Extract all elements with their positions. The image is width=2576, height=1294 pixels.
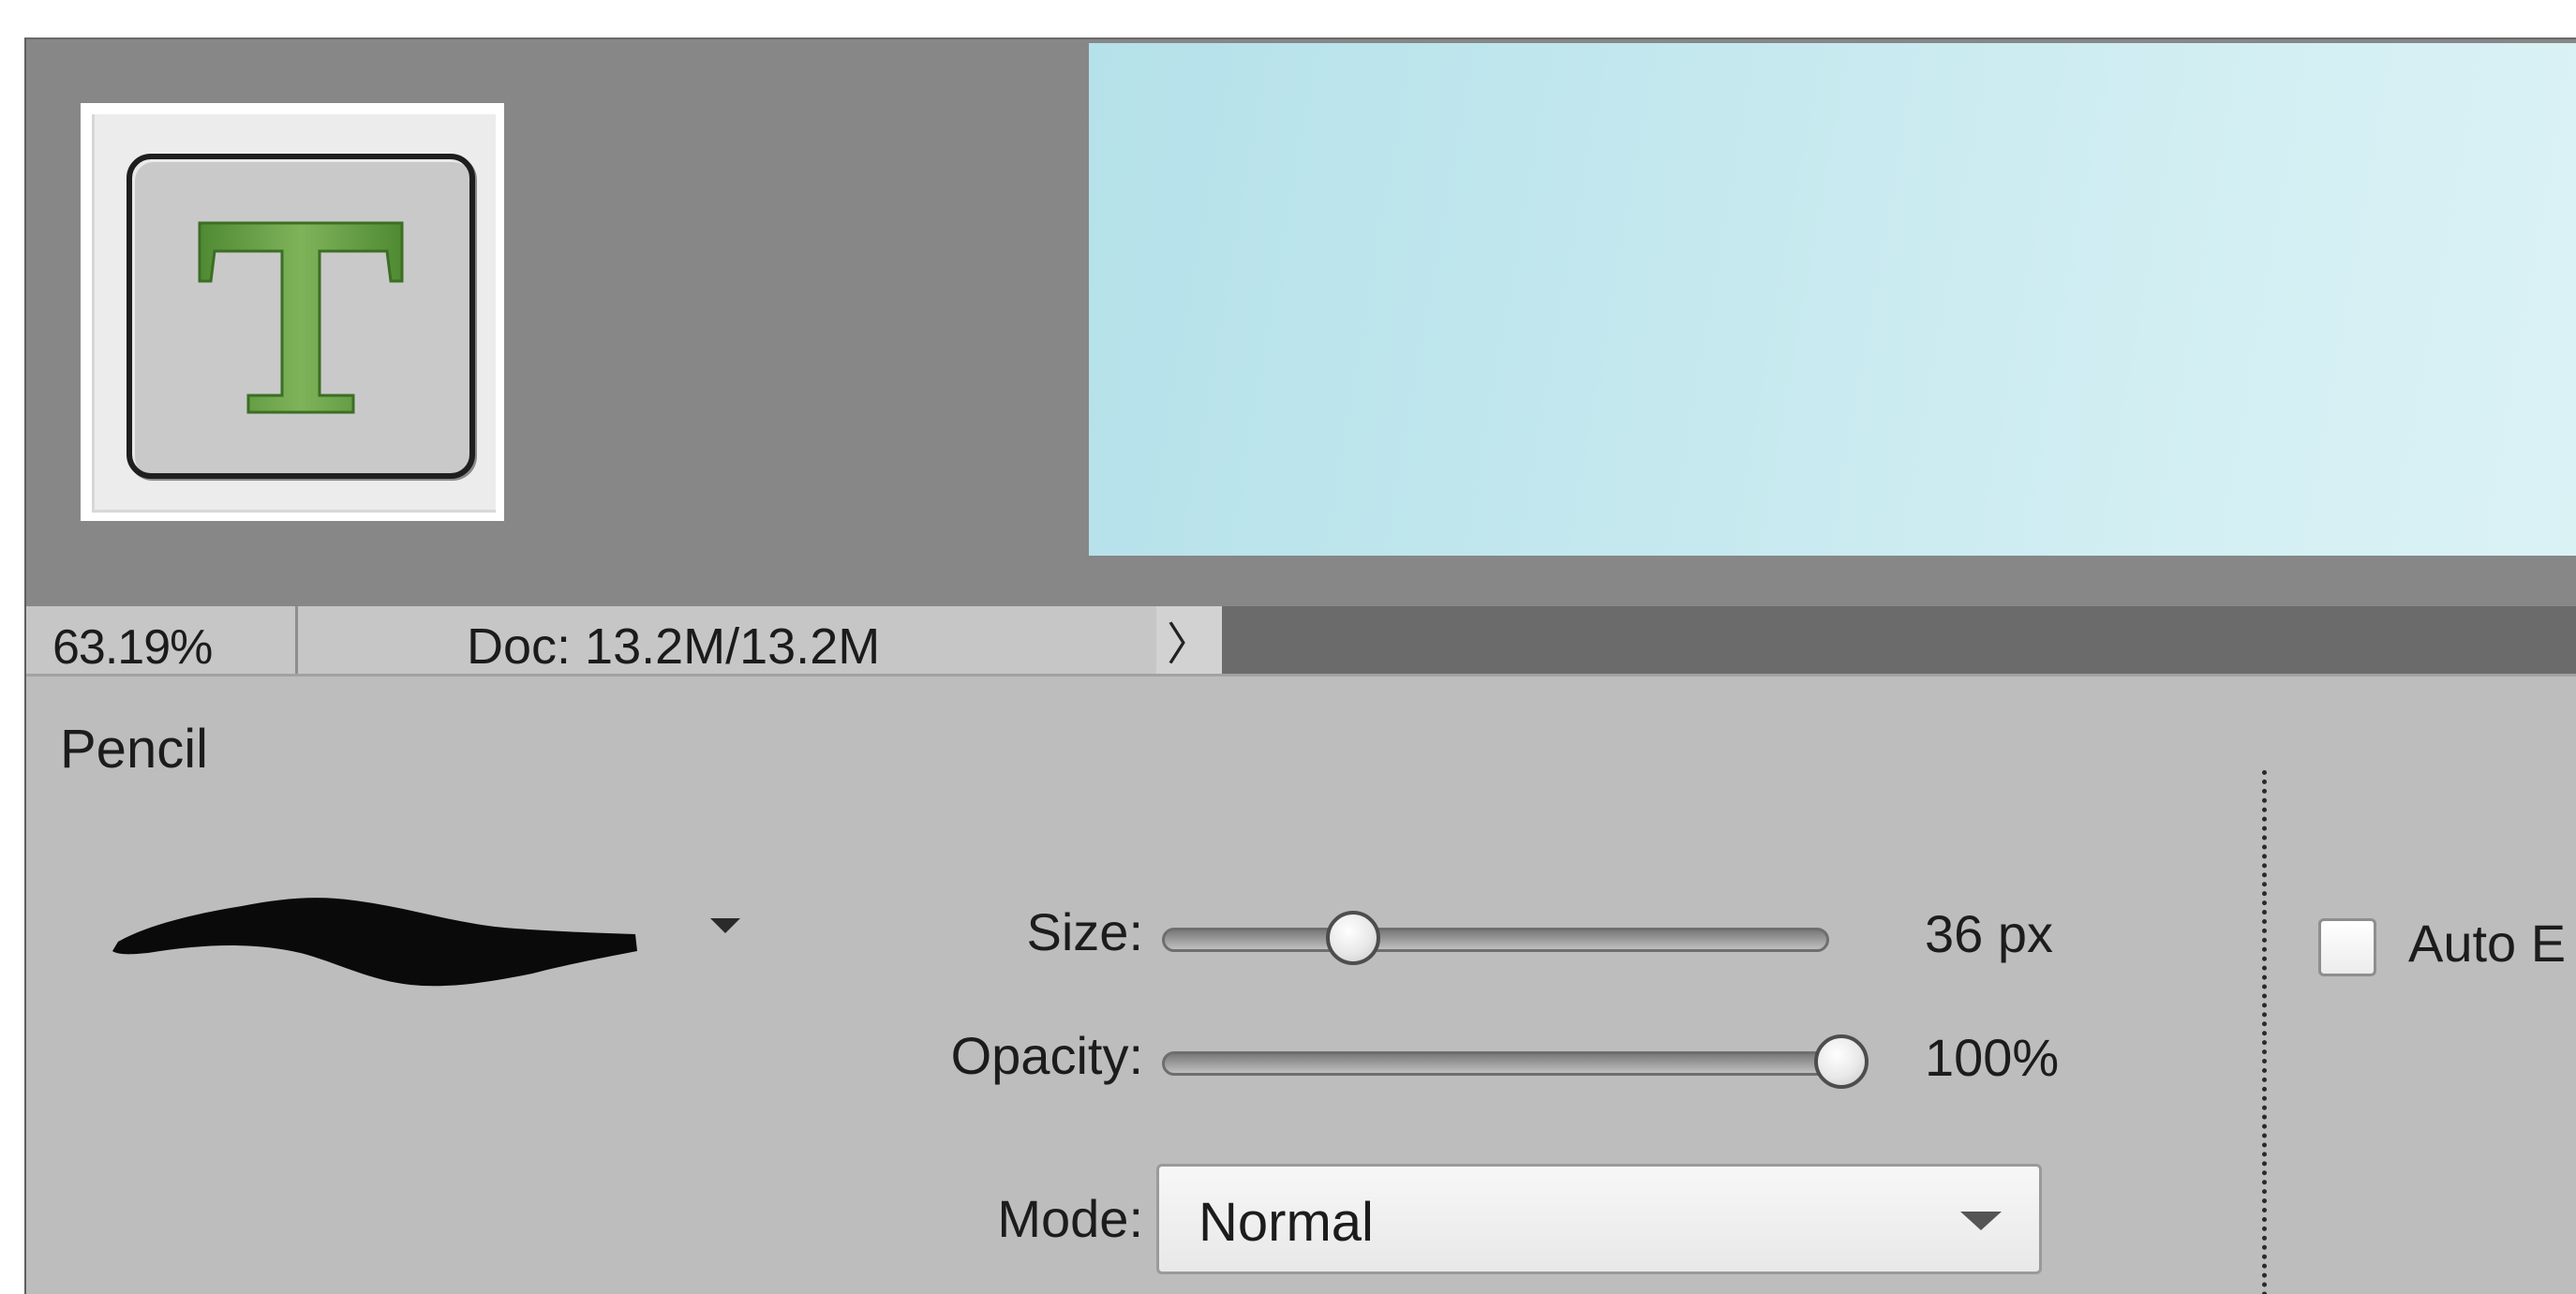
mode-select[interactable]: Normal: [1156, 1164, 2042, 1274]
opacity-slider-knob[interactable]: [1814, 1034, 1869, 1089]
size-slider[interactable]: [1162, 928, 1829, 952]
editor-window: T 63.19% Doc: 13.2M/13.2M 〉 Pencil Size:…: [24, 37, 2576, 1294]
zoom-value: 63.19%: [52, 620, 213, 675]
opacity-slider[interactable]: [1162, 1051, 1855, 1076]
tool-options-panel: Pencil Size: 36 px Opacity: 100% Mode: N…: [26, 674, 2576, 1294]
auto-erase-checkbox[interactable]: [2318, 918, 2376, 976]
status-menu-button[interactable]: 〉: [1156, 606, 1222, 674]
doc-info-field: Doc: 13.2M/13.2M: [298, 606, 1156, 675]
type-tool-button[interactable]: T: [127, 154, 475, 479]
tool-name-label: Pencil: [60, 719, 208, 780]
doc-info-text: Doc: 13.2M/13.2M: [467, 618, 881, 675]
tool-preview-inner: T: [92, 114, 496, 513]
zoom-field[interactable]: 63.19%: [26, 606, 298, 675]
status-bar: 63.19% Doc: 13.2M/13.2M 〉: [26, 606, 2576, 675]
chevron-right-icon: 〉: [1166, 620, 1212, 670]
brush-stroke-icon[interactable]: [92, 869, 673, 1019]
size-slider-knob[interactable]: [1325, 911, 1380, 965]
opacity-label: Opacity:: [950, 1026, 1143, 1085]
auto-erase-label: Auto E: [2408, 914, 2567, 973]
type-tool-preview: T: [81, 103, 504, 521]
size-value: 36 px: [1925, 904, 2053, 963]
document-canvas[interactable]: [1089, 43, 2576, 556]
mode-selected-value: Normal: [1199, 1192, 1374, 1253]
chevron-down-icon: [1960, 1212, 2002, 1230]
options-divider: [2262, 770, 2267, 1294]
brush-dropdown-icon[interactable]: [707, 911, 744, 939]
mode-label: Mode:: [997, 1189, 1143, 1248]
type-tool-icon: T: [198, 221, 404, 413]
opacity-value: 100%: [1925, 1028, 2060, 1087]
size-label: Size:: [1026, 902, 1144, 961]
